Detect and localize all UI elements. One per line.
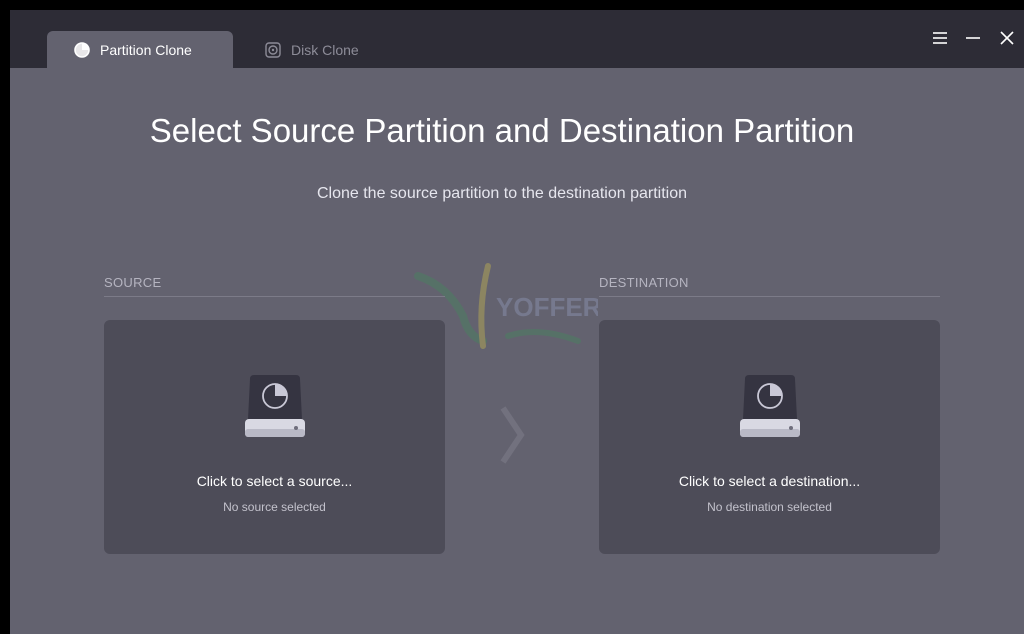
- destination-status: No destination selected: [707, 500, 832, 514]
- source-prompt: Click to select a source...: [196, 473, 353, 489]
- page-subtitle: Clone the source partition to the destin…: [316, 185, 687, 202]
- tab-partition-clone[interactable]: Partition Clone: [47, 31, 233, 68]
- destination-select-panel[interactable]: Click to select a destination... No dest…: [599, 320, 940, 554]
- svg-text:YOFFERS: YOFFERS: [496, 292, 598, 322]
- close-icon[interactable]: [997, 28, 1017, 48]
- hamburger-menu-icon[interactable]: [930, 28, 950, 48]
- tab-label: Disk Clone: [291, 41, 359, 58]
- source-status: No source selected: [223, 500, 326, 514]
- tab-disk-clone[interactable]: Disk Clone: [238, 31, 398, 68]
- title-bar: Partition Clone Disk Clone: [10, 10, 1024, 68]
- destination-label: DESTINATION: [599, 275, 689, 290]
- pie-chart-icon: [74, 41, 90, 58]
- page-title: Select Source Partition and Destination …: [149, 112, 855, 149]
- source-divider: [104, 296, 445, 297]
- chevron-right-icon: [500, 406, 525, 464]
- hard-drive-icon: [740, 375, 800, 437]
- destination-prompt: Click to select a destination...: [678, 473, 861, 489]
- source-label: SOURCE: [104, 275, 162, 290]
- disk-icon: [265, 41, 281, 58]
- hard-drive-icon: [245, 375, 305, 437]
- destination-divider: [599, 296, 940, 297]
- tab-label: Partition Clone: [100, 41, 192, 58]
- minimize-icon[interactable]: [963, 28, 983, 48]
- source-select-panel[interactable]: Click to select a source... No source se…: [104, 320, 445, 554]
